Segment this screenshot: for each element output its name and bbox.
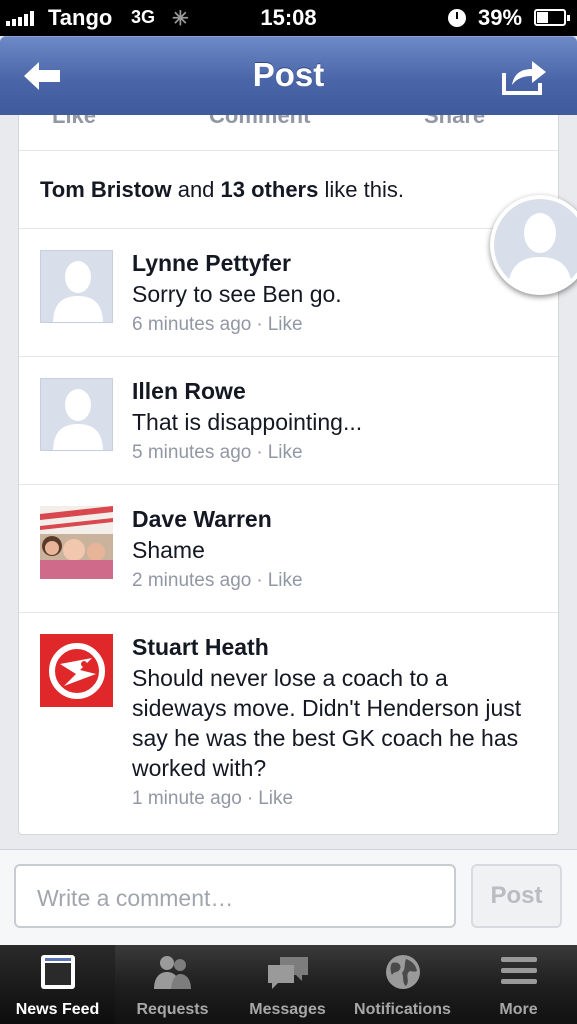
avatar[interactable] <box>40 378 113 451</box>
comment-time: 2 minutes ago <box>132 570 252 591</box>
battery-icon <box>534 9 570 26</box>
comment-text: Shame <box>132 537 205 563</box>
comment-text: Sorry to see Ben go. <box>132 281 342 307</box>
tab-messages[interactable]: Messages <box>230 945 345 1024</box>
share-icon[interactable] <box>500 57 548 97</box>
share-action[interactable]: Share <box>424 115 485 129</box>
avatar[interactable] <box>40 634 113 707</box>
tab-news-feed[interactable]: News Feed <box>0 945 115 1024</box>
tab-label: More <box>499 1001 538 1018</box>
comment-like-link[interactable]: Like <box>268 314 303 335</box>
comment-item: Dave Warren Shame 2 minutes ago · Like <box>19 485 558 613</box>
comment-text: Should never lose a coach to a sideways … <box>132 665 522 781</box>
page-title: Post <box>252 56 325 93</box>
post-button[interactable]: Post <box>471 864 562 928</box>
comment-author[interactable]: Dave Warren <box>132 503 540 535</box>
default-avatar-icon <box>53 389 103 450</box>
comment-input[interactable]: Write a comment… <box>14 864 456 928</box>
tab-label: Requests <box>136 1001 209 1018</box>
comment-composer: Write a comment… Post <box>0 849 577 945</box>
comment-author[interactable]: Lynne Pettyfer <box>132 247 540 279</box>
default-avatar-icon <box>508 213 572 291</box>
status-bar: Tango 3G ✳ 15:08 39% <box>0 0 577 36</box>
tab-notifications[interactable]: Notifications <box>345 945 460 1024</box>
likes-summary[interactable]: Tom Bristow and 13 others like this. <box>19 151 558 229</box>
like-action[interactable]: Like <box>52 115 96 129</box>
tab-requests[interactable]: Requests <box>115 945 230 1024</box>
news-feed-icon <box>40 955 75 989</box>
avatar[interactable] <box>40 250 113 323</box>
post-card: Like Comment Share Tom Bristow and 13 ot… <box>18 115 559 835</box>
photo-avatar-icon <box>40 506 113 579</box>
tab-label: News Feed <box>15 1001 100 1018</box>
messages-icon <box>267 957 308 989</box>
comment-time: 5 minutes ago <box>132 442 252 463</box>
comment-item: Lynne Pettyfer Sorry to see Ben go. 6 mi… <box>19 229 558 357</box>
tab-bar: News Feed Requests Messages Notification… <box>0 945 577 1024</box>
comment-author[interactable]: Illen Rowe <box>132 375 540 407</box>
liker-name[interactable]: Tom Bristow <box>40 177 172 202</box>
comment-time: 1 minute ago <box>132 788 242 809</box>
hawks-logo-icon <box>40 634 113 707</box>
post-actions: Like Comment Share <box>19 115 558 151</box>
default-avatar-icon <box>53 261 103 322</box>
others-count[interactable]: 13 others <box>221 177 319 202</box>
comment-author[interactable]: Stuart Heath <box>132 631 540 663</box>
tab-label: Notifications <box>354 1001 451 1018</box>
globe-icon <box>385 955 420 989</box>
comment-like-link[interactable]: Like <box>268 570 303 591</box>
comment-item: Stuart Heath Should never lose a coach t… <box>19 613 558 834</box>
menu-icon <box>500 957 537 984</box>
requests-icon <box>153 956 191 989</box>
comment-text: That is disappointing... <box>132 409 363 435</box>
comment-like-link[interactable]: Like <box>258 788 293 809</box>
comment-like-link[interactable]: Like <box>268 442 303 463</box>
comment-time: 6 minutes ago <box>132 314 252 335</box>
alarm-icon <box>448 9 466 27</box>
battery-percent: 39% <box>478 5 523 30</box>
tab-label: Messages <box>249 1001 326 1018</box>
comment-action[interactable]: Comment <box>209 115 310 129</box>
comment-item: Illen Rowe That is disappointing... 5 mi… <box>19 357 558 485</box>
tab-more[interactable]: More <box>460 945 577 1024</box>
navigation-bar: Post <box>0 36 577 115</box>
avatar[interactable] <box>40 506 113 579</box>
